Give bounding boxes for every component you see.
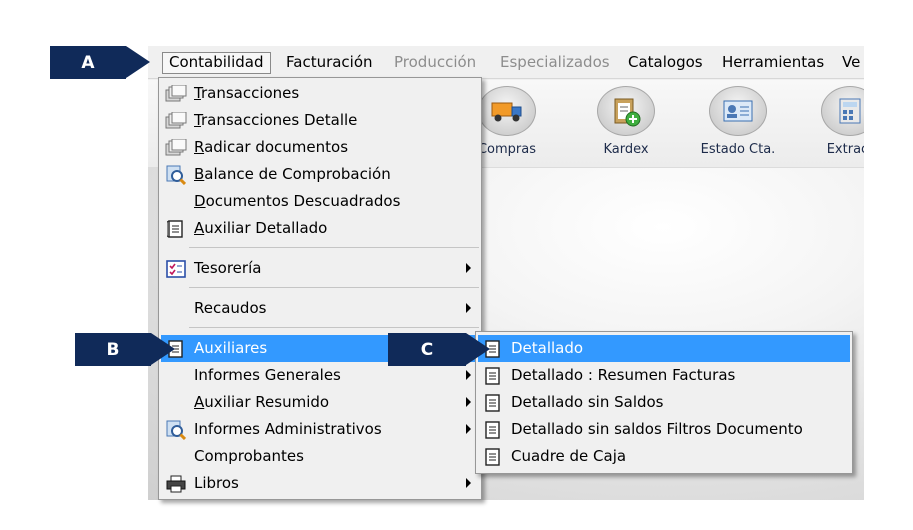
menu-item-informes-administrativos[interactable]: Informes Administrativos [161, 416, 479, 443]
menu-item-auxiliar-resumido[interactable]: Auxiliar Resumido [161, 389, 479, 416]
callout-arrow-icon [151, 333, 175, 365]
calculator-icon [821, 86, 864, 136]
menu-separator [189, 327, 479, 328]
submenu-item-detallado-sin-saldos[interactable]: Detallado sin Saldos [478, 389, 850, 416]
submenu-item-detallado[interactable]: Detallado [478, 335, 850, 362]
magnifier-icon [165, 420, 187, 440]
submenu-item-detallado-resumen-facturas[interactable]: Detallado : Resumen Facturas [478, 362, 850, 389]
menu-item-documentos-descuadrados[interactable]: Documentos Descuadrados [161, 188, 479, 215]
menu-item-label: Informes Generales [194, 366, 341, 384]
menu-produccion[interactable]: Producción [388, 52, 482, 74]
toolbar-button-label: Estado Cta. [700, 142, 776, 157]
ledger-icon [482, 366, 504, 386]
menu-item-auxiliar-detallado[interactable]: Auxiliar Detallado [161, 215, 479, 242]
submenu-arrow-icon [466, 370, 471, 380]
submenu-arrow-icon [466, 263, 471, 273]
toolbar-button-label: Extract [826, 142, 864, 157]
menu-catalogos[interactable]: Catalogos [622, 52, 709, 74]
menu-item-label: Auxiliar Resumido [194, 393, 330, 411]
id-card-icon [709, 86, 767, 136]
auxiliares-submenu: Detallado Detallado : Resumen Facturas D… [475, 331, 853, 474]
menu-item-informes-generales[interactable]: Informes Generales [161, 362, 479, 389]
submenu-item-label: Cuadre de Caja [511, 447, 627, 465]
menu-separator [189, 287, 479, 288]
menu-item-label: Transacciones [194, 84, 300, 102]
callout-arrow-icon [466, 333, 490, 365]
menu-item-label: Tesorería [194, 259, 262, 277]
contabilidad-menu: Transacciones Transacciones Detalle Radi… [158, 77, 482, 500]
menu-item-label: Radicar documentos [194, 138, 349, 156]
callout-label: A [50, 46, 126, 79]
menu-item-transacciones[interactable]: Transacciones [161, 80, 479, 107]
menu-item-label: Documentos Descuadrados [194, 192, 401, 210]
submenu-item-label: Detallado sin Saldos [511, 393, 664, 411]
documents-icon [165, 138, 187, 158]
menu-item-transacciones-detalle[interactable]: Transacciones Detalle [161, 107, 479, 134]
menu-contabilidad[interactable]: Contabilidad [162, 52, 271, 74]
submenu-arrow-icon [466, 303, 471, 313]
toolbar-button-label: Kardex [603, 142, 649, 157]
callout-label: C [388, 333, 466, 366]
submenu-arrow-icon [466, 397, 471, 407]
submenu-arrow-icon [466, 424, 471, 434]
menu-item-label: Balance de Comprobación [194, 165, 391, 183]
menu-item-radicar-documentos[interactable]: Radicar documentos [161, 134, 479, 161]
ledger-icon [482, 420, 504, 440]
ledger-icon [165, 219, 187, 239]
magnifier-icon [165, 165, 187, 185]
clipboard-add-icon [597, 86, 655, 136]
submenu-item-cuadre-de-caja[interactable]: Cuadre de Caja [478, 443, 850, 470]
callout-label: B [75, 333, 151, 366]
menu-item-tesoreria[interactable]: Tesorería [161, 255, 479, 282]
toolbar-button-kardex[interactable]: Kardex [576, 86, 676, 157]
menu-separator [189, 247, 479, 248]
menu-bar: Contabilidad Facturación Producción Espe… [148, 46, 864, 79]
menu-item-balance-de-comprobacion[interactable]: Balance de Comprobación [161, 161, 479, 188]
menu-item-label: Informes Administrativos [194, 420, 382, 438]
menu-item-recaudos[interactable]: Recaudos [161, 295, 479, 322]
toolbar-button-extract[interactable]: Extract [800, 86, 864, 157]
menu-item-label: Libros [194, 474, 239, 492]
menu-item-label: Comprobantes [194, 447, 304, 465]
menu-item-label: Recaudos [194, 299, 267, 317]
printer-icon [165, 474, 187, 494]
toolbar-button-estado-cta[interactable]: Estado Cta. [688, 86, 788, 157]
menu-especializados[interactable]: Especializados [494, 52, 616, 74]
menu-item-libros[interactable]: Libros [161, 470, 479, 497]
checklist-icon [165, 259, 187, 279]
truck-icon [478, 86, 536, 136]
callout-arrow-icon [126, 46, 150, 78]
menu-item-label: Auxiliares [194, 339, 268, 357]
menu-ver[interactable]: Ve [836, 52, 864, 74]
menu-item-comprobantes[interactable]: Comprobantes [161, 443, 479, 470]
ledger-icon [482, 393, 504, 413]
submenu-arrow-icon [466, 478, 471, 488]
menu-item-label: Transacciones Detalle [194, 111, 358, 129]
submenu-item-label: Detallado sin saldos Filtros Documento [511, 420, 803, 438]
submenu-item-label: Detallado [511, 339, 584, 357]
submenu-item-detallado-sin-saldos-filtros-documento[interactable]: Detallado sin saldos Filtros Documento [478, 416, 850, 443]
menu-facturacion[interactable]: Facturación [280, 52, 379, 74]
documents-icon [165, 111, 187, 131]
menu-item-label: Auxiliar Detallado [194, 219, 328, 237]
menu-herramientas[interactable]: Herramientas [716, 52, 830, 74]
ledger-icon [482, 447, 504, 467]
submenu-item-label: Detallado : Resumen Facturas [511, 366, 736, 384]
documents-icon [165, 84, 187, 104]
